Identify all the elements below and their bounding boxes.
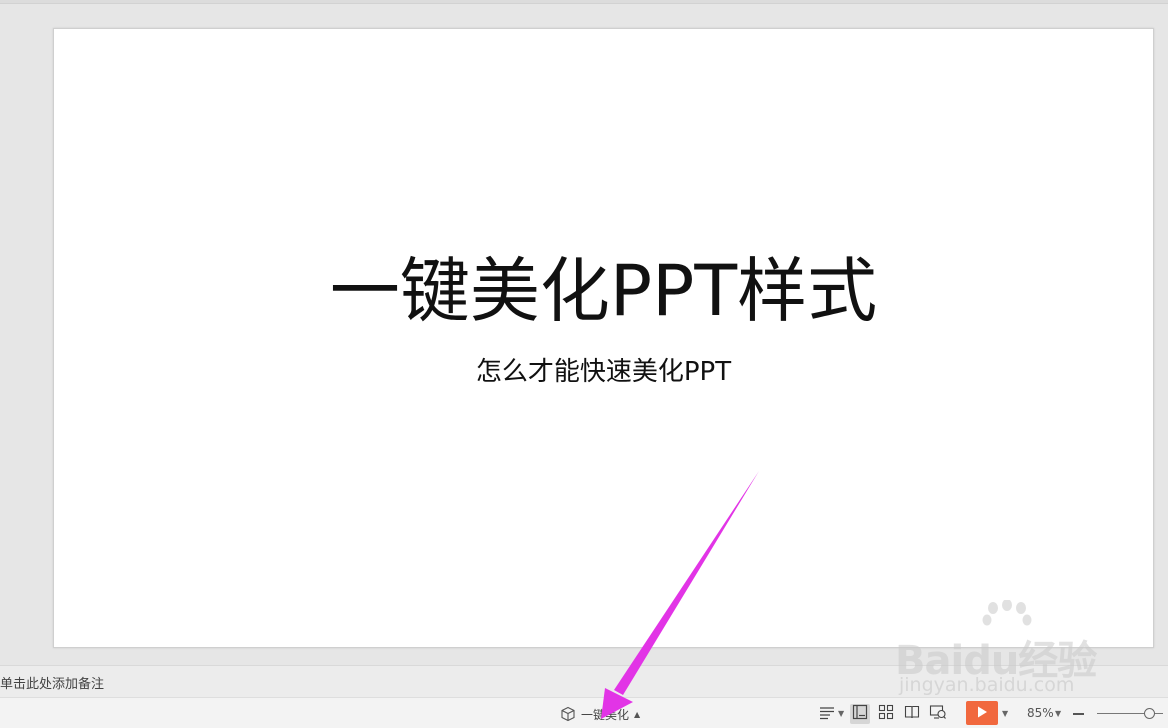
beautify-label: 一键美化 xyxy=(581,707,630,722)
zoom-caret-down-icon[interactable]: ▼ xyxy=(1055,709,1061,718)
notes-caret-down-icon[interactable]: ▼ xyxy=(838,709,844,718)
grid-view-icon xyxy=(878,704,894,724)
play-caret-down-icon[interactable]: ▼ xyxy=(1002,709,1008,718)
caret-up-icon: ▲ xyxy=(634,709,641,719)
normal-view-icon xyxy=(852,704,868,724)
notes-list-icon xyxy=(819,705,835,724)
play-slideshow-button[interactable] xyxy=(966,701,998,725)
cube-icon xyxy=(560,706,576,722)
presenter-view-icon xyxy=(929,704,947,724)
notes-toggle-button[interactable] xyxy=(817,704,837,724)
zoom-out-button[interactable] xyxy=(1072,704,1086,722)
slide-title[interactable]: 一键美化PPT样式 xyxy=(54,249,1153,333)
slide-sorter-button[interactable] xyxy=(876,704,896,724)
reading-view-button[interactable] xyxy=(902,704,922,724)
beautify-button[interactable]: 一键美化 ▲ xyxy=(560,705,640,723)
zoom-slider[interactable] xyxy=(1097,704,1163,722)
zoom-level-label[interactable]: 85% xyxy=(1027,706,1054,720)
status-bar: 一键美化 ▲ ▼ ▼ 85% ▼ xyxy=(0,697,1168,728)
book-icon xyxy=(904,704,920,724)
slide-subtitle[interactable]: 怎么才能快速美化PPT xyxy=(54,354,1153,390)
slide-editor-area: 一键美化PPT样式 怎么才能快速美化PPT xyxy=(0,4,1168,664)
notes-pane[interactable]: 单击此处添加备注 xyxy=(0,665,1168,697)
notes-placeholder[interactable]: 单击此处添加备注 xyxy=(0,673,104,692)
zoom-slider-thumb[interactable] xyxy=(1144,708,1155,719)
normal-view-button[interactable] xyxy=(850,704,870,724)
play-icon xyxy=(975,704,989,723)
slide-canvas[interactable]: 一键美化PPT样式 怎么才能快速美化PPT xyxy=(53,28,1154,648)
presenter-view-button[interactable] xyxy=(928,704,948,724)
